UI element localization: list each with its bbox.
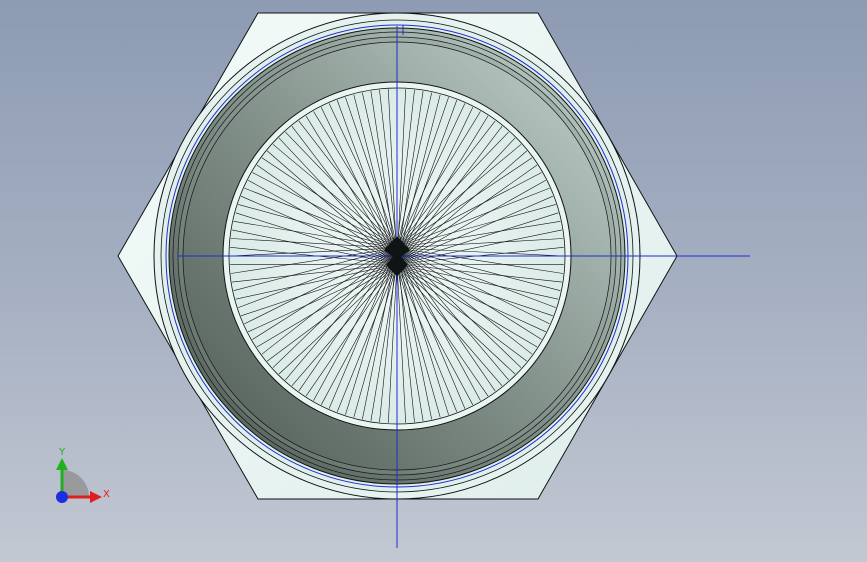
coordinate-triad[interactable]: Y X (56, 447, 110, 503)
triad-y-arrow (56, 458, 68, 470)
cad-viewport[interactable]: Y X (0, 0, 867, 562)
model-canvas[interactable]: Y X (0, 0, 867, 562)
triad-z-axis-dot (56, 491, 68, 503)
triad-x-arrow (90, 491, 102, 503)
triad-y-label: Y (58, 447, 66, 458)
triad-x-label: X (103, 489, 110, 500)
